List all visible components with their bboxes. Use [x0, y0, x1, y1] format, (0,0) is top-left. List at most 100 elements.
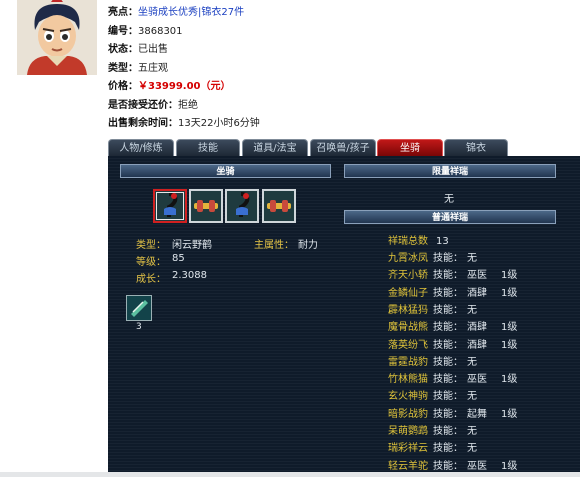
tab-character[interactable]: 人物/修炼: [108, 139, 174, 156]
fortune-name: 齐天小轿: [388, 270, 428, 282]
status-value: 已出售: [138, 44, 168, 55]
type-value: 五庄观: [138, 62, 168, 74]
mount-skill-slot[interactable]: [126, 295, 152, 321]
counter-offer-value: 拒绝: [178, 99, 198, 111]
fortune-level: 1级: [501, 287, 518, 299]
golden-ornament-icon: [267, 200, 291, 212]
fortune-name: 玄火神驹: [388, 391, 428, 403]
mount-type-label: 类型：: [136, 240, 166, 251]
fortune-skill-label: 技能：: [433, 304, 463, 316]
fortune-skill-label: 技能：: [433, 408, 463, 420]
fortune-skill-label: 技能：: [433, 426, 463, 437]
fortune-name: 金鳞仙子: [388, 287, 428, 299]
fortune-skill: 无: [467, 443, 477, 455]
fortune-level: 1级: [501, 322, 518, 334]
rare-fortune-value: 无: [444, 194, 454, 205]
fortune-skill: 巫医: [467, 270, 487, 282]
mount-slot-2[interactable]: [189, 189, 223, 223]
remaining-time-value: 13天22小时6分钟: [178, 118, 260, 129]
fortune-name: 魔骨战熊: [388, 322, 428, 334]
fortune-name: 呆萌鹦鹉: [388, 426, 428, 437]
fortune-skill: 无: [467, 304, 477, 316]
highlight-label: 亮点：: [108, 7, 138, 18]
fortune-total-label: 祥瑞总数: [388, 236, 428, 247]
mount-skill-count: 3: [136, 322, 142, 332]
counter-offer-label: 是否接受还价：: [108, 99, 178, 111]
fortune-name: 霹林猛犸: [388, 304, 428, 316]
mount-level-label: 等级：: [136, 257, 166, 268]
fortune-skill: 无: [467, 426, 477, 437]
type-row: 类型：五庄观: [108, 60, 260, 79]
fortune-skill: 巫医: [467, 374, 487, 386]
price-value: ￥33999.00（元）: [138, 81, 231, 92]
fortune-skill: 酒肆: [467, 287, 487, 299]
tab-skills[interactable]: 技能: [176, 139, 240, 156]
rare-fortune-header: 限量祥瑞: [344, 164, 556, 178]
fortune-skill-label: 技能：: [433, 391, 463, 403]
fortune-row: 暗影战豹 技能： 起舞 1级: [388, 406, 517, 423]
fortune-skill: 起舞: [467, 408, 487, 420]
fortune-row: 落英纷飞 技能： 酒肆 1级: [388, 337, 517, 354]
fortune-name: 落英纷飞: [388, 339, 428, 351]
fortune-row: 霹林猛犸 技能： 无: [388, 302, 501, 319]
fortune-row: 九霄冰凤 技能： 无: [388, 250, 501, 267]
fortune-row: 齐天小轿 技能： 巫医 1级: [388, 267, 517, 284]
fortune-skill-label: 技能：: [433, 374, 463, 386]
remaining-time-row: 出售剩余时间：13天22小时6分钟: [108, 115, 260, 134]
remaining-time-label: 出售剩余时间：: [108, 118, 178, 129]
fortune-level: 1级: [501, 460, 518, 472]
highlight-row: 亮点：坐骑成长优秀|锦衣27件: [108, 4, 260, 23]
fortune-skill-label: 技能：: [433, 322, 463, 334]
fortune-total-row: 祥瑞总数 13: [388, 233, 449, 250]
normal-fortune-header: 普通祥瑞: [344, 210, 556, 224]
fortune-skill: 酒肆: [467, 322, 487, 334]
main-attr-label: 主属性：: [254, 240, 294, 251]
tab-outfits[interactable]: 锦衣: [444, 139, 508, 156]
fortune-level: 1级: [501, 270, 518, 282]
id-label: 编号：: [108, 25, 138, 37]
tab-mount[interactable]: 坐骑: [377, 139, 443, 156]
fortune-total-value: 13: [436, 236, 449, 247]
fortune-name: 九霄冰凤: [388, 253, 428, 264]
fortune-skill-label: 技能：: [433, 287, 463, 299]
character-avatar: [17, 0, 97, 75]
mount-growth-value: 2.3088: [172, 270, 207, 281]
fortune-name: 雷霆战豹: [388, 356, 428, 368]
fortune-name: 竹林熊猫: [388, 374, 428, 386]
fortune-name: 暗影战豹: [388, 408, 428, 420]
price-row: 价格：￥33999.00（元）: [108, 78, 260, 97]
fortune-skill: 无: [467, 356, 477, 368]
fortune-skill: 无: [467, 391, 477, 403]
fortune-skill: 酒肆: [467, 339, 487, 351]
mount-slot-3[interactable]: [225, 189, 259, 223]
id-row: 编号：3868301: [108, 23, 260, 42]
tab-pets[interactable]: 召唤兽/孩子: [310, 139, 376, 156]
fortune-skill: 无: [467, 253, 477, 264]
main-attr-value: 耐力: [298, 240, 318, 251]
crane-mount-icon: [236, 192, 250, 217]
mount-slot-1[interactable]: [153, 189, 187, 223]
fortune-name: 瑞彩祥云: [388, 443, 428, 455]
footer-divider: [0, 472, 580, 477]
id-value: 3868301: [138, 25, 183, 37]
tab-items[interactable]: 道具/法宝: [242, 139, 308, 156]
listing-info: 亮点：坐骑成长优秀|锦衣27件 编号：3868301 状态：已出售 类型：五庄观…: [108, 4, 260, 134]
fortune-skill-label: 技能：: [433, 253, 463, 264]
price-label: 价格：: [108, 81, 138, 92]
highlight-value: 坐骑成长优秀|锦衣27件: [138, 7, 245, 18]
fortune-row: 雷霆战豹 技能： 无: [388, 354, 501, 371]
fortune-row: 瑞彩祥云 技能： 无: [388, 440, 501, 457]
mount-header: 坐骑: [120, 164, 331, 178]
fortune-row: 呆萌鹦鹉 技能： 无: [388, 423, 501, 440]
fortune-row: 竹林熊猫 技能： 巫医 1级: [388, 371, 517, 388]
type-label: 类型：: [108, 62, 138, 74]
fortune-level: 1级: [501, 374, 518, 386]
fortune-skill-label: 技能：: [433, 443, 463, 455]
mount-type-value: 闲云野鹤: [172, 240, 212, 251]
skill-scroll-icon: [131, 300, 148, 317]
fortune-row: 魔骨战熊 技能： 酒肆 1级: [388, 319, 517, 336]
mount-level-value: 85: [172, 253, 185, 264]
fortune-level: 1级: [501, 408, 518, 420]
status-label: 状态：: [108, 44, 138, 55]
mount-slot-4[interactable]: [262, 189, 296, 223]
